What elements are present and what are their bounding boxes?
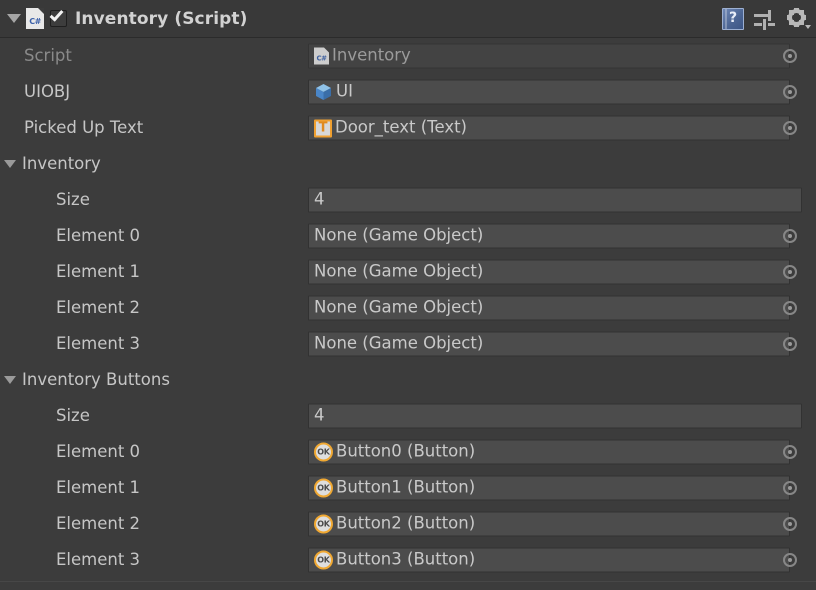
array-size-input-inventory-buttons[interactable]: 4 xyxy=(308,403,802,429)
component-foldout-toggle[interactable] xyxy=(4,9,24,29)
array-label-inventory-buttons: Inventory Buttons xyxy=(22,369,170,389)
element-object-name: Button3 (Button) xyxy=(336,549,476,569)
object-picker-buttons-1[interactable] xyxy=(783,481,797,495)
array-element-row: Element 1 None (Game Object) xyxy=(0,254,816,290)
uiobj-object-name: UI xyxy=(336,81,353,101)
component-header[interactable]: C# Inventory (Script) xyxy=(0,0,816,38)
array-size-row-inventory: Size 4 xyxy=(0,182,816,218)
array-element-value[interactable]: OK Button2 (Button) xyxy=(308,511,790,537)
array-element-row: Element 2 OK Button2 (Button) xyxy=(0,506,816,542)
array-element-row: Element 0 None (Game Object) xyxy=(0,218,816,254)
element-object-name: None (Game Object) xyxy=(314,333,484,353)
inventory-script-inspector: C# Inventory (Script) Script xyxy=(0,0,816,590)
ok-icon-label: OK xyxy=(317,483,330,493)
field-row-uiobj: UIOBJ UI xyxy=(0,74,816,110)
chevron-down-icon xyxy=(4,376,16,384)
array-element-value[interactable]: OK Button1 (Button) xyxy=(308,475,790,501)
element-object-name: Button1 (Button) xyxy=(336,477,476,497)
element-object-name: Button2 (Button) xyxy=(336,513,476,533)
csharp-icon-label: C# xyxy=(316,54,327,63)
button-ok-icon: OK xyxy=(314,514,333,534)
ok-icon-label: OK xyxy=(317,555,330,565)
array-element-label: Element 2 xyxy=(56,297,141,317)
element-object-name: Button0 (Button) xyxy=(336,441,476,461)
component-enabled-checkbox[interactable] xyxy=(49,7,67,27)
button-ok-icon: OK xyxy=(314,442,333,462)
settings-gear-icon[interactable] xyxy=(786,8,811,30)
object-picker-buttons-3[interactable] xyxy=(783,553,797,567)
array-foldout-inventory[interactable]: Inventory xyxy=(0,146,816,182)
element-object-name: None (Game Object) xyxy=(314,297,484,317)
field-label-uiobj: UIOBJ xyxy=(24,81,71,101)
array-element-value[interactable]: None (Game Object) xyxy=(308,259,790,285)
array-size-input-inventory[interactable]: 4 xyxy=(308,187,802,213)
csharp-icon-label: C# xyxy=(29,17,41,26)
object-picker-uiobj[interactable] xyxy=(783,85,797,99)
ok-icon-label: OK xyxy=(317,519,330,529)
button-ok-icon: OK xyxy=(314,550,333,570)
csharp-script-icon: C# xyxy=(314,47,329,65)
ok-icon-label: OK xyxy=(317,447,330,457)
array-element-label: Element 3 xyxy=(56,549,141,569)
array-label-inventory: Inventory xyxy=(22,153,101,173)
object-picker-buttons-0[interactable] xyxy=(783,445,797,459)
array-element-value[interactable]: None (Game Object) xyxy=(308,223,790,249)
array-size-row-inventory-buttons: Size 4 xyxy=(0,398,816,434)
field-label-picked-up-text: Picked Up Text xyxy=(24,117,144,137)
array-size-value-inventory-buttons: 4 xyxy=(314,405,325,425)
array-element-label: Element 3 xyxy=(56,333,141,353)
checkmark-icon xyxy=(49,7,64,22)
array-element-row: Element 3 OK Button3 (Button) xyxy=(0,542,816,578)
bottom-separator xyxy=(0,581,816,582)
script-object-name: Inventory xyxy=(332,45,411,65)
chevron-down-icon xyxy=(805,25,811,29)
object-picker-script[interactable] xyxy=(783,49,797,63)
field-row-script: Script C# Inventory xyxy=(0,38,816,74)
object-picker-inventory-2[interactable] xyxy=(783,301,797,315)
array-element-row: Element 1 OK Button1 (Button) xyxy=(0,470,816,506)
object-picker-inventory-3[interactable] xyxy=(783,337,797,351)
button-ok-icon: OK xyxy=(314,478,333,498)
preset-icon[interactable] xyxy=(754,9,776,30)
object-picker-inventory-1[interactable] xyxy=(783,265,797,279)
array-size-label-inventory: Size xyxy=(56,189,90,209)
array-foldout-inventory-buttons[interactable]: Inventory Buttons xyxy=(0,362,816,398)
field-value-picked-up-text[interactable]: T Door_text (Text) xyxy=(308,115,790,141)
chevron-down-icon xyxy=(7,14,21,23)
csharp-script-icon: C# xyxy=(26,8,44,29)
array-element-label: Element 0 xyxy=(56,441,141,461)
field-value-script: C# Inventory xyxy=(308,43,790,69)
array-element-label: Element 1 xyxy=(56,261,141,281)
object-picker-picked-up-text[interactable] xyxy=(783,121,797,135)
array-element-value[interactable]: None (Game Object) xyxy=(308,295,790,321)
component-title: Inventory (Script) xyxy=(75,8,248,29)
array-size-label-inventory-buttons: Size xyxy=(56,405,90,425)
field-value-uiobj[interactable]: UI xyxy=(308,79,790,105)
element-object-name: None (Game Object) xyxy=(314,225,484,245)
prefab-cube-icon xyxy=(314,83,333,102)
field-row-picked-up-text: Picked Up Text T Door_text (Text) xyxy=(0,110,816,146)
element-object-name: None (Game Object) xyxy=(314,261,484,281)
array-element-label: Element 2 xyxy=(56,513,141,533)
array-element-row: Element 2 None (Game Object) xyxy=(0,290,816,326)
array-element-row: Element 0 OK Button0 (Button) xyxy=(0,434,816,470)
array-element-label: Element 1 xyxy=(56,477,141,497)
picked-up-text-object-name: Door_text (Text) xyxy=(335,117,467,137)
array-element-label: Element 0 xyxy=(56,225,141,245)
object-picker-buttons-2[interactable] xyxy=(783,517,797,531)
array-element-row: Element 3 None (Game Object) xyxy=(0,326,816,362)
field-label-script: Script xyxy=(24,45,72,65)
array-element-value[interactable]: OK Button0 (Button) xyxy=(308,439,790,465)
array-element-value[interactable]: None (Game Object) xyxy=(308,331,790,357)
header-icon-group xyxy=(722,0,811,38)
array-element-value[interactable]: OK Button3 (Button) xyxy=(308,547,790,573)
text-component-icon: T xyxy=(314,119,332,137)
text-icon-label: T xyxy=(318,120,328,135)
chevron-down-icon xyxy=(4,160,16,168)
object-picker-inventory-0[interactable] xyxy=(783,229,797,243)
array-size-value-inventory: 4 xyxy=(314,189,325,209)
help-icon[interactable] xyxy=(722,8,744,30)
